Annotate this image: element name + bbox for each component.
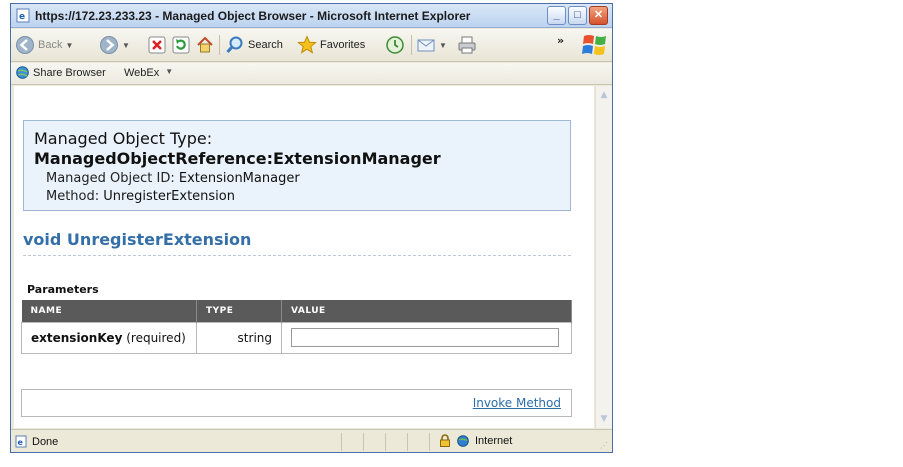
object-reference: ManagedObjectReference:ExtensionManager: [34, 149, 441, 168]
object-header: Managed Object Type: ManagedObjectRefere…: [23, 120, 571, 211]
extension-key-input[interactable]: [291, 328, 559, 347]
method-label: Method:: [46, 189, 100, 204]
method-row: Method: UnregisterExtension: [46, 189, 235, 204]
scroll-down-icon[interactable]: ▼: [597, 412, 611, 426]
status-divider: [363, 433, 364, 451]
toolbar-separator: [219, 35, 220, 55]
object-id-label: Managed Object ID:: [46, 171, 175, 186]
links-bar: Share Browser WebEx ▼: [11, 63, 612, 85]
ie-page-icon: e: [16, 8, 30, 23]
param-qualifier: (required): [126, 330, 186, 345]
print-icon[interactable]: [457, 35, 477, 55]
status-done: e Done: [15, 435, 58, 448]
webex-label: WebEx: [124, 67, 160, 79]
divider: [23, 255, 571, 256]
maximize-button[interactable]: □: [568, 6, 587, 25]
page-done-icon: e: [15, 435, 27, 448]
object-type-label: Managed Object Type:: [34, 129, 213, 148]
window-title: https://172.23.233.23 - Managed Object B…: [35, 9, 471, 23]
table-header-row: NAME TYPE VALUE: [21, 300, 572, 322]
svg-text:e: e: [19, 12, 25, 22]
column-header-value: VALUE: [281, 300, 572, 322]
object-id-value: ExtensionManager: [178, 171, 300, 186]
invoke-bar: Invoke Method: [21, 389, 572, 417]
vertical-scrollbar[interactable]: ▲ ▼: [595, 86, 612, 428]
globe-icon: [457, 434, 469, 447]
param-name: extensionKey: [31, 330, 123, 345]
more-chevron[interactable]: »: [557, 34, 564, 47]
chevron-down-icon[interactable]: ▼: [439, 41, 447, 50]
refresh-icon[interactable]: [171, 35, 191, 55]
parameters-table: NAME TYPE VALUE extensionKey (required) …: [21, 300, 572, 354]
home-icon[interactable]: [195, 35, 215, 55]
object-id-row: Managed Object ID: ExtensionManager: [46, 171, 300, 186]
chevron-down-icon[interactable]: ▼: [122, 41, 130, 50]
content-top: [14, 86, 594, 107]
param-name-cell: extensionKey (required): [21, 321, 197, 354]
chevron-down-icon[interactable]: ▼: [65, 41, 73, 50]
table-row: extensionKey (required) string: [21, 321, 572, 354]
history-icon[interactable]: [385, 35, 405, 55]
search-button[interactable]: Search: [225, 34, 283, 56]
back-label: Back: [38, 39, 63, 51]
forward-button[interactable]: ▼: [99, 34, 130, 56]
title-bar: e https://172.23.233.23 - Managed Object…: [11, 4, 612, 28]
scroll-up-icon[interactable]: ▲: [597, 88, 611, 102]
share-browser-link[interactable]: Share Browser: [16, 66, 106, 79]
globe-icon: [16, 66, 29, 79]
column-header-type: TYPE: [196, 300, 282, 322]
mail-icon: [417, 39, 435, 52]
status-divider: [407, 433, 408, 451]
lock-icon: [440, 434, 450, 447]
method-value: UnregisterExtension: [103, 189, 235, 204]
mail-button[interactable]: ▼: [416, 34, 447, 56]
close-button[interactable]: ✕: [589, 6, 608, 25]
toolbar: Back ▼ ▼ Search Favorites ▼ »: [11, 29, 612, 62]
resize-grip-icon[interactable]: ⋰: [600, 441, 610, 451]
stop-icon[interactable]: [147, 35, 167, 55]
share-browser-label: Share Browser: [33, 66, 106, 79]
windows-logo-icon: [582, 35, 606, 55]
status-bar: e Done Internet ⋰: [11, 429, 612, 452]
search-label: Search: [248, 39, 283, 51]
param-value-cell: [281, 321, 572, 354]
star-icon: [297, 35, 317, 54]
toolbar-separator: [411, 35, 412, 55]
back-button[interactable]: Back ▼: [15, 34, 73, 56]
chevron-down-icon: ▼: [165, 67, 174, 76]
status-divider: [341, 433, 342, 451]
forward-arrow-icon: [100, 36, 118, 54]
security-zone: Internet: [439, 434, 512, 447]
back-arrow-icon: [16, 36, 34, 54]
minimize-button[interactable]: _: [547, 6, 566, 25]
svg-text:e: e: [18, 438, 24, 447]
browser-window: e https://172.23.233.23 - Managed Object…: [10, 3, 613, 453]
method-signature: void UnregisterExtension: [23, 230, 252, 249]
parameters-heading: Parameters: [27, 283, 99, 296]
param-type: string: [196, 321, 282, 354]
status-divider: [429, 433, 430, 451]
invoke-method-link[interactable]: Invoke Method: [473, 396, 561, 410]
favorites-label: Favorites: [320, 39, 366, 51]
column-header-name: NAME: [21, 300, 197, 322]
zone-label: Internet: [475, 434, 513, 447]
favorites-button[interactable]: Favorites: [297, 34, 365, 56]
status-text: Done: [32, 435, 59, 448]
status-divider: [385, 433, 386, 451]
search-icon: [226, 36, 243, 54]
webex-menu[interactable]: WebEx ▼: [124, 67, 173, 79]
